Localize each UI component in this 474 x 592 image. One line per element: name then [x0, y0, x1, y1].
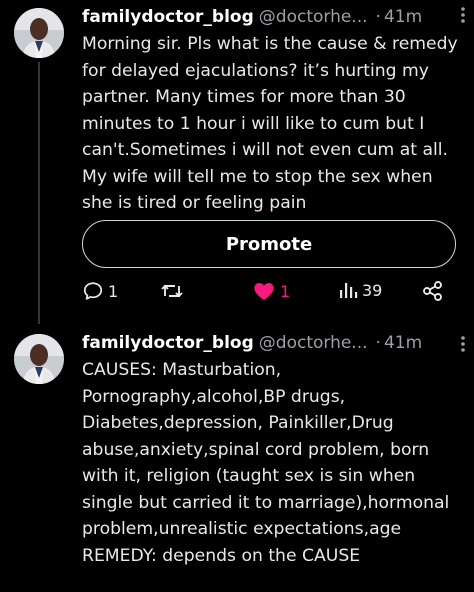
- views-count: 39: [362, 280, 383, 300]
- separator: ·: [375, 7, 381, 27]
- heart-icon: [254, 283, 274, 300]
- avatar-image: [14, 8, 64, 58]
- thread-connector-line: [38, 62, 40, 324]
- post-actions: 1 1 39: [82, 280, 456, 310]
- views-button[interactable]: 39: [338, 280, 382, 300]
- timestamp[interactable]: 41m: [384, 333, 422, 353]
- avatar[interactable]: [14, 8, 64, 58]
- username[interactable]: familydoctor_blog: [82, 7, 254, 27]
- reply-icon: [83, 282, 103, 300]
- post-1[interactable]: familydoctor_blog @doctorhe... · 41m Mor…: [82, 4, 462, 217]
- more-vertical-icon[interactable]: [460, 6, 466, 28]
- post-header: familydoctor_blog @doctorhe... · 41m: [82, 330, 462, 356]
- avatar[interactable]: [14, 334, 64, 384]
- analytics-icon: [340, 283, 358, 298]
- avatar-image: [14, 334, 64, 384]
- like-count: 1: [280, 281, 291, 301]
- username[interactable]: familydoctor_blog: [82, 333, 254, 353]
- handle[interactable]: @doctorhe...: [259, 333, 368, 353]
- post-header: familydoctor_blog @doctorhe... · 41m: [82, 4, 462, 30]
- post-2[interactable]: familydoctor_blog @doctorhe... · 41m CAU…: [82, 330, 462, 569]
- handle[interactable]: @doctorhe...: [259, 7, 368, 27]
- post-text: CAUSES: Masturbation, Pornography,alcoho…: [82, 360, 450, 566]
- more-vertical-icon[interactable]: [460, 335, 466, 357]
- share-button[interactable]: [422, 280, 444, 302]
- timestamp[interactable]: 41m: [384, 7, 422, 27]
- separator: ·: [375, 333, 381, 353]
- repost-icon: [161, 285, 183, 297]
- promote-button[interactable]: Promote: [82, 220, 456, 268]
- like-button[interactable]: 1: [252, 280, 290, 302]
- reply-count: 1: [108, 281, 119, 301]
- repost-button[interactable]: [160, 280, 188, 302]
- share-icon: [423, 281, 442, 301]
- post-text: Morning sir. Pls what is the cause & rem…: [82, 34, 458, 213]
- reply-button[interactable]: 1: [82, 280, 118, 302]
